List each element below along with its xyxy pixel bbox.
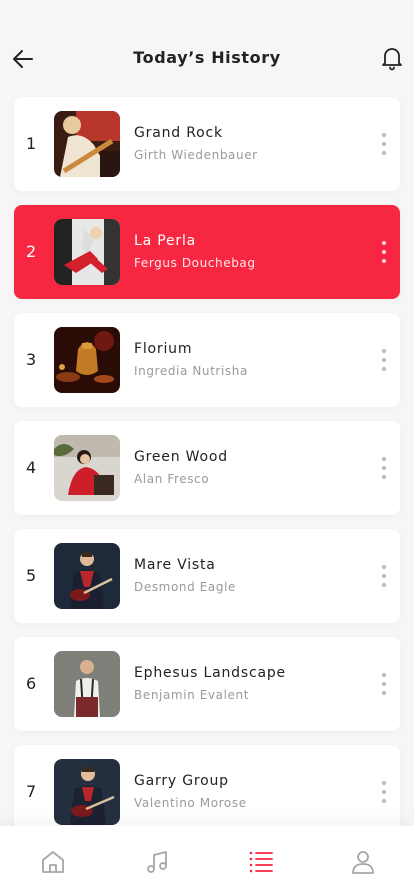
album-art bbox=[54, 759, 120, 825]
user-icon bbox=[352, 851, 374, 874]
history-item-active[interactable]: 2 La Perla Fergus Douchebag bbox=[14, 205, 400, 299]
more-options-button[interactable] bbox=[378, 349, 390, 371]
dot bbox=[382, 565, 386, 569]
list-icon bbox=[249, 851, 273, 873]
history-item[interactable]: 1 Grand Rock Girth Wiedenbauer bbox=[14, 97, 400, 191]
dot bbox=[382, 241, 386, 245]
dot bbox=[382, 781, 386, 785]
dot bbox=[382, 475, 386, 479]
artist-name: Ingredia Nutrisha bbox=[134, 364, 248, 378]
dot bbox=[382, 682, 386, 686]
album-art bbox=[54, 543, 120, 609]
dot bbox=[382, 457, 386, 461]
nav-profile[interactable] bbox=[349, 848, 377, 876]
rank-number: 5 bbox=[26, 566, 37, 585]
album-art bbox=[54, 327, 120, 393]
dot bbox=[382, 799, 386, 803]
dot bbox=[382, 358, 386, 362]
page-title: Today’s History bbox=[133, 48, 281, 67]
history-item[interactable]: 5 Mare Vista Desmond Eagle bbox=[14, 529, 400, 623]
artist-name: Benjamin Evalent bbox=[134, 688, 250, 702]
dot bbox=[382, 259, 386, 263]
music-note-icon bbox=[147, 851, 167, 873]
more-options-button[interactable] bbox=[378, 241, 390, 263]
rank-number: 6 bbox=[26, 674, 37, 693]
album-art bbox=[54, 435, 120, 501]
song-title: Mare Vista bbox=[134, 557, 216, 573]
rank-number: 1 bbox=[26, 134, 37, 153]
rank-number: 7 bbox=[26, 782, 37, 801]
rank-number: 4 bbox=[26, 458, 37, 477]
rank-number: 3 bbox=[26, 350, 37, 369]
nav-music[interactable] bbox=[143, 848, 171, 876]
home-icon bbox=[42, 851, 64, 873]
artist-name: Alan Fresco bbox=[134, 472, 210, 486]
album-art bbox=[54, 651, 120, 717]
artist-name: Valentino Morose bbox=[134, 796, 247, 810]
song-title: Grand Rock bbox=[134, 125, 223, 141]
more-options-button[interactable] bbox=[378, 781, 390, 803]
artist-name: Girth Wiedenbauer bbox=[134, 148, 258, 162]
nav-home[interactable] bbox=[39, 848, 67, 876]
more-options-button[interactable] bbox=[378, 457, 390, 479]
dot bbox=[382, 691, 386, 695]
more-options-button[interactable] bbox=[378, 565, 390, 587]
dot bbox=[382, 250, 386, 254]
app-screen: Today’s History 1 Grand Rock Girth Wiede… bbox=[0, 0, 414, 896]
dot bbox=[382, 142, 386, 146]
history-item[interactable]: 3 Florium Ingredia Nutrisha bbox=[14, 313, 400, 407]
album-art bbox=[54, 219, 120, 285]
more-options-button[interactable] bbox=[378, 673, 390, 695]
nav-history[interactable] bbox=[247, 848, 275, 876]
album-art bbox=[54, 111, 120, 177]
song-title: Garry Group bbox=[134, 773, 229, 789]
dot bbox=[382, 349, 386, 353]
dot bbox=[382, 133, 386, 137]
song-title: Florium bbox=[134, 341, 193, 357]
song-title: Ephesus Landscape bbox=[134, 665, 286, 681]
song-title: La Perla bbox=[134, 233, 197, 249]
history-list: 1 Grand Rock Girth Wiedenbauer 2 La Perl… bbox=[14, 97, 400, 853]
dot bbox=[382, 466, 386, 470]
rank-number: 2 bbox=[26, 242, 37, 261]
dot bbox=[382, 583, 386, 587]
bell-icon bbox=[382, 48, 402, 71]
artist-name: Desmond Eagle bbox=[134, 580, 237, 594]
dot bbox=[382, 673, 386, 677]
top-bar: Today’s History bbox=[0, 0, 414, 96]
history-item[interactable]: 4 Green Wood Alan Fresco bbox=[14, 421, 400, 515]
history-item[interactable]: 7 Garry Group Valentino Morose bbox=[14, 745, 400, 839]
more-options-button[interactable] bbox=[378, 133, 390, 155]
dot bbox=[382, 790, 386, 794]
dot bbox=[382, 151, 386, 155]
notifications-button[interactable] bbox=[380, 45, 404, 71]
dot bbox=[382, 367, 386, 371]
artist-name: Fergus Douchebag bbox=[134, 256, 256, 270]
song-title: Green Wood bbox=[134, 449, 228, 465]
bottom-nav bbox=[0, 826, 414, 896]
dot bbox=[382, 574, 386, 578]
history-item[interactable]: 6 Ephesus Landscape Benjamin Evalent bbox=[14, 637, 400, 731]
